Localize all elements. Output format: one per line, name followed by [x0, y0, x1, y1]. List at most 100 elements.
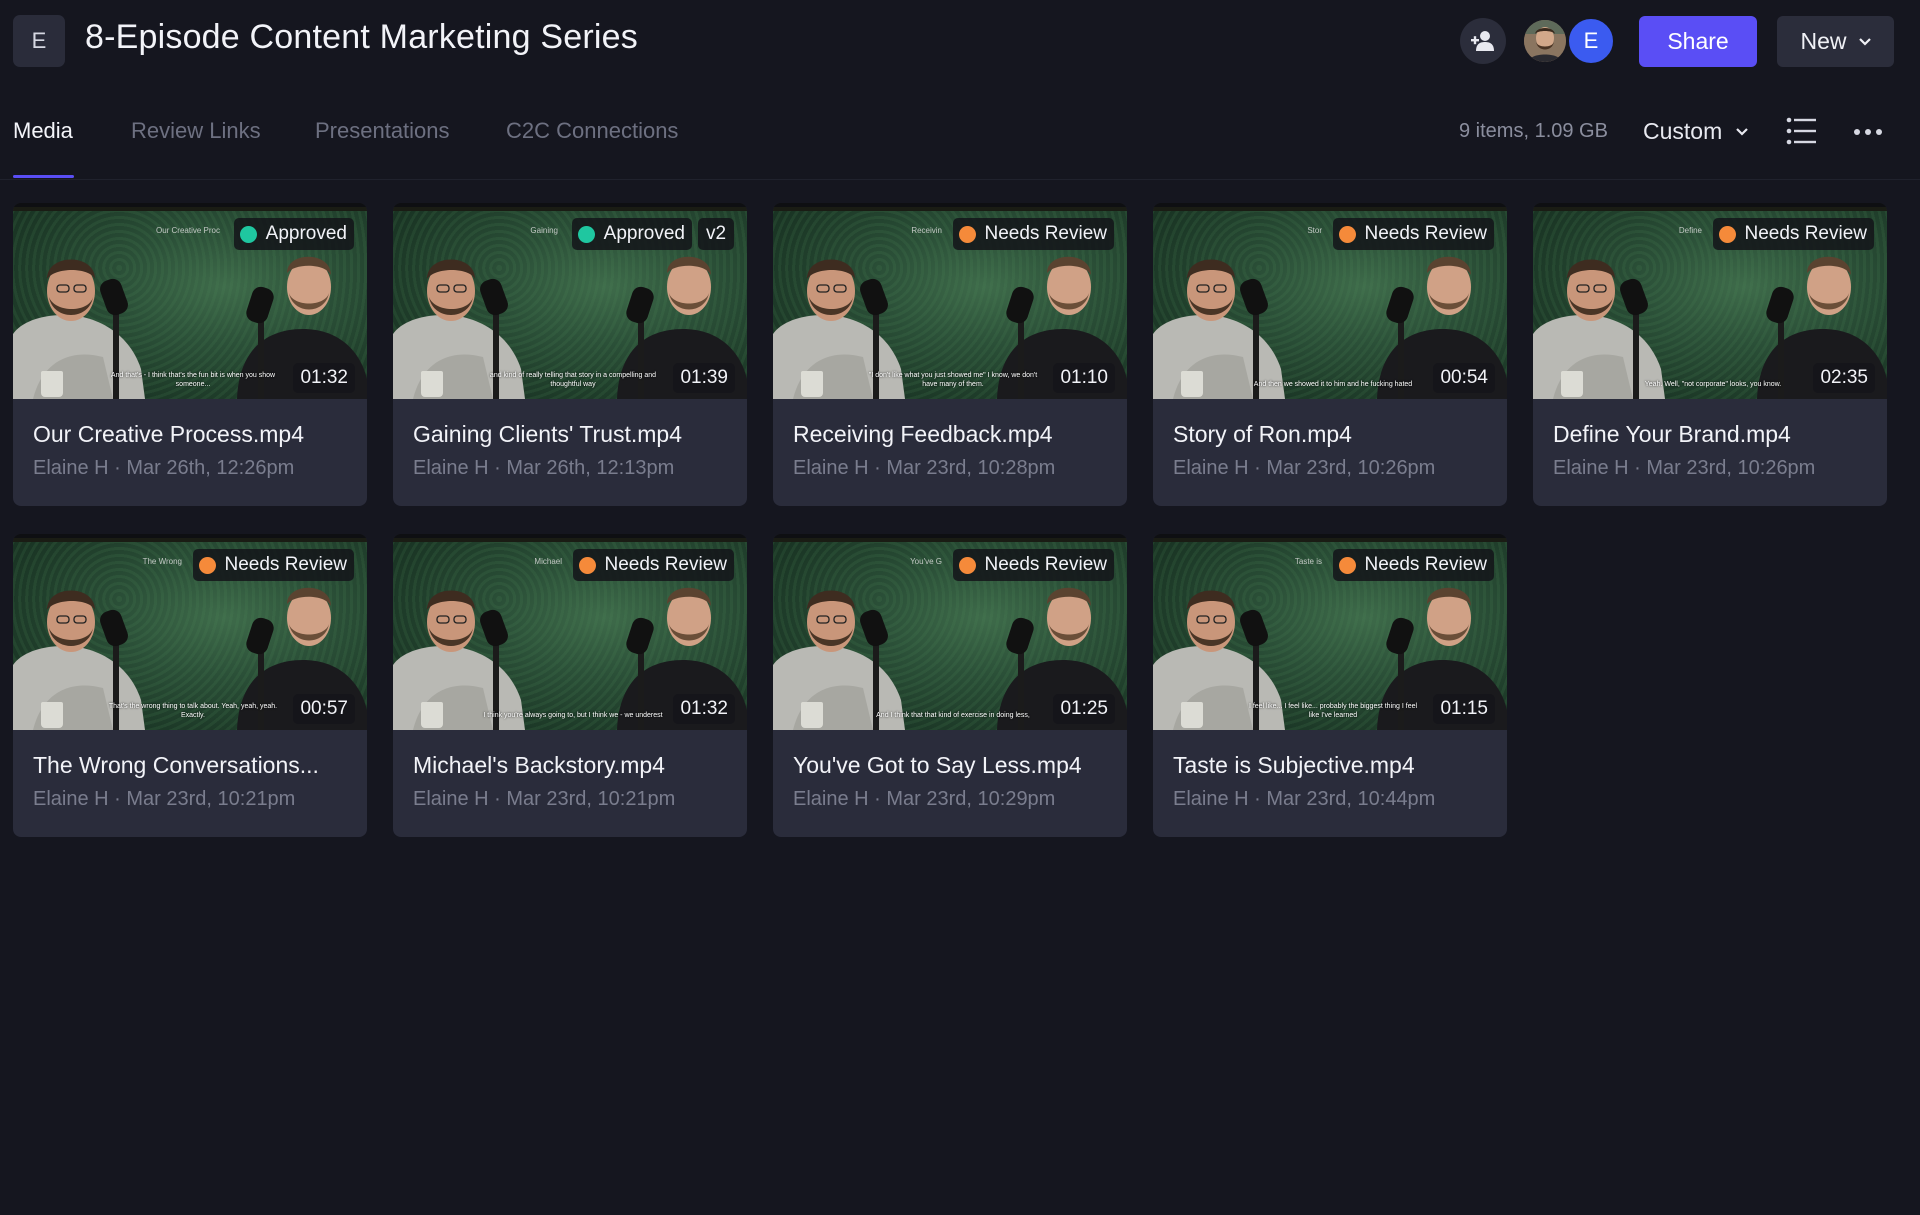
status-label: Needs Review: [224, 554, 348, 575]
status-label: Needs Review: [1364, 554, 1488, 575]
media-grid: And that's - I think that's the fun bit …: [0, 0, 1920, 1215]
asset-card[interactable]: I think you're always going to, but I th…: [393, 534, 747, 837]
coffee-cup: [421, 702, 443, 728]
video-duration: 02:35: [1813, 363, 1875, 393]
project-avatar[interactable]: E: [13, 15, 65, 67]
project-title: 8-Episode Content Marketing Series: [85, 18, 638, 56]
more-dot-icon: [1865, 129, 1871, 135]
left-person-figure: [1153, 259, 1285, 399]
status-label: Needs Review: [604, 554, 728, 575]
status-badge[interactable]: Needs Review: [572, 549, 734, 581]
video-thumbnail[interactable]: And I think that that kind of exercise i…: [773, 534, 1127, 730]
tab-c2c-connections[interactable]: C2C Connections: [506, 118, 678, 144]
chevron-down-icon: [1858, 37, 1871, 46]
thumbnail-title-overlay: Our Creative Proc: [155, 226, 220, 235]
user-avatar-photo[interactable]: [1522, 18, 1568, 64]
thumbnail-title-overlay: You've G: [910, 557, 942, 566]
video-duration: 01:32: [293, 363, 355, 393]
version-badge[interactable]: v2: [698, 218, 734, 250]
left-person-figure: [1533, 259, 1665, 399]
asset-card[interactable]: Yeah. Well, "not corporate" looks, you k…: [1533, 203, 1887, 506]
asset-title[interactable]: Michael's Backstory.mp4: [413, 752, 733, 779]
status-badge[interactable]: Needs Review: [952, 549, 1114, 581]
coffee-cup: [1561, 371, 1583, 397]
thumbnail-title-overlay: Taste is: [1294, 557, 1322, 566]
add-user-icon: [1471, 31, 1494, 51]
asset-card[interactable]: I feel like... I feel like... probably t…: [1153, 534, 1507, 837]
video-caption: Yeah. Well, "not corporate" looks, you k…: [1644, 381, 1782, 388]
video-duration: 00:57: [293, 694, 355, 724]
tab-presentations[interactable]: Presentations: [315, 118, 450, 144]
thumbnail-title-overlay: Gaining: [530, 226, 558, 235]
chevron-down-icon: [1736, 127, 1749, 136]
asset-card[interactable]: And that's - I think that's the fun bit …: [13, 203, 367, 506]
status-dot-icon: [577, 225, 595, 243]
top-header: E 8-Episode Content Marketing Series E S…: [0, 0, 1920, 82]
status-badge[interactable]: Needs Review: [1332, 549, 1494, 581]
status-dot-icon: [958, 556, 976, 574]
video-caption: And I think that that kind of exercise i…: [876, 712, 1030, 719]
list-view-button[interactable]: [1786, 116, 1818, 148]
new-button[interactable]: New: [1777, 16, 1894, 67]
invite-user-button[interactable]: [1460, 18, 1506, 64]
video-thumbnail[interactable]: "I don't like what you just showed me" I…: [773, 203, 1127, 399]
thumbnail-title-overlay: Stor: [1307, 226, 1322, 235]
asset-card[interactable]: and kind of really telling that story in…: [393, 203, 747, 506]
video-duration: 01:25: [1053, 694, 1115, 724]
status-badge[interactable]: Needs Review: [952, 218, 1114, 250]
asset-meta: Elaine H · Mar 23rd, 10:21pm: [33, 788, 296, 810]
coffee-cup: [801, 702, 823, 728]
asset-card[interactable]: And then we showed it to him and he fuck…: [1153, 203, 1507, 506]
video-thumbnail[interactable]: Yeah. Well, "not corporate" looks, you k…: [1533, 203, 1887, 399]
asset-meta: Elaine H · Mar 26th, 12:26pm: [33, 457, 295, 479]
coffee-cup: [1181, 371, 1203, 397]
coffee-cup: [801, 371, 823, 397]
status-badge[interactable]: Approved: [571, 218, 692, 250]
thumbnail-title-overlay: Michael: [534, 557, 562, 566]
video-thumbnail[interactable]: I feel like... I feel like... probably t…: [1153, 534, 1507, 730]
asset-title[interactable]: Story of Ron.mp4: [1173, 421, 1493, 448]
asset-meta: Elaine H · Mar 23rd, 10:44pm: [1173, 788, 1436, 810]
asset-card[interactable]: And I think that that kind of exercise i…: [773, 534, 1127, 837]
sort-dropdown[interactable]: Custom: [1643, 118, 1749, 145]
asset-title[interactable]: Taste is Subjective.mp4: [1173, 752, 1493, 779]
video-thumbnail[interactable]: And that's - I think that's the fun bit …: [13, 203, 367, 399]
status-dot-icon: [1338, 556, 1356, 574]
user-photo-icon: [1524, 20, 1566, 62]
video-thumbnail[interactable]: That's the wrong thing to talk about. Ye…: [13, 534, 367, 730]
status-badge[interactable]: Needs Review: [192, 549, 354, 581]
video-duration: 00:54: [1433, 363, 1495, 393]
share-button[interactable]: Share: [1639, 16, 1757, 67]
asset-title[interactable]: Define Your Brand.mp4: [1553, 421, 1873, 448]
asset-meta: Elaine H · Mar 23rd, 10:28pm: [793, 457, 1056, 479]
video-thumbnail[interactable]: And then we showed it to him and he fuck…: [1153, 203, 1507, 399]
asset-card[interactable]: That's the wrong thing to talk about. Ye…: [13, 534, 367, 837]
asset-title[interactable]: The Wrong Conversations...: [33, 752, 353, 779]
video-duration: 01:10: [1053, 363, 1115, 393]
video-thumbnail[interactable]: I think you're always going to, but I th…: [393, 534, 747, 730]
status-label: Needs Review: [984, 554, 1108, 575]
status-badge[interactable]: Approved: [233, 218, 354, 250]
thumbnail-title-overlay: Receivin: [911, 226, 942, 235]
video-thumbnail[interactable]: and kind of really telling that story in…: [393, 203, 747, 399]
item-count: 9 items, 1.09 GB: [1459, 120, 1608, 142]
more-options-button[interactable]: [1850, 116, 1886, 148]
status-dot-icon: [198, 556, 216, 574]
asset-title[interactable]: Our Creative Process.mp4: [33, 421, 353, 448]
video-caption: And then we showed it to him and he fuck…: [1253, 381, 1413, 388]
tab-media[interactable]: Media: [13, 118, 73, 144]
asset-meta: Elaine H · Mar 23rd, 10:21pm: [413, 788, 676, 810]
tab-review-links[interactable]: Review Links: [131, 118, 261, 144]
status-badge[interactable]: Needs Review: [1712, 218, 1874, 250]
sort-label: Custom: [1643, 118, 1723, 144]
asset-title[interactable]: You've Got to Say Less.mp4: [793, 752, 1113, 779]
status-dot-icon: [578, 556, 596, 574]
coffee-cup: [41, 371, 63, 397]
user-avatar-initial[interactable]: E: [1567, 17, 1615, 65]
video-caption: I feel like... I feel like... probably t…: [1248, 703, 1418, 719]
status-badge[interactable]: Needs Review: [1332, 218, 1494, 250]
asset-title[interactable]: Receiving Feedback.mp4: [793, 421, 1113, 448]
list-view-icon: [1786, 117, 1816, 145]
asset-card[interactable]: "I don't like what you just showed me" I…: [773, 203, 1127, 506]
asset-title[interactable]: Gaining Clients' Trust.mp4: [413, 421, 733, 448]
